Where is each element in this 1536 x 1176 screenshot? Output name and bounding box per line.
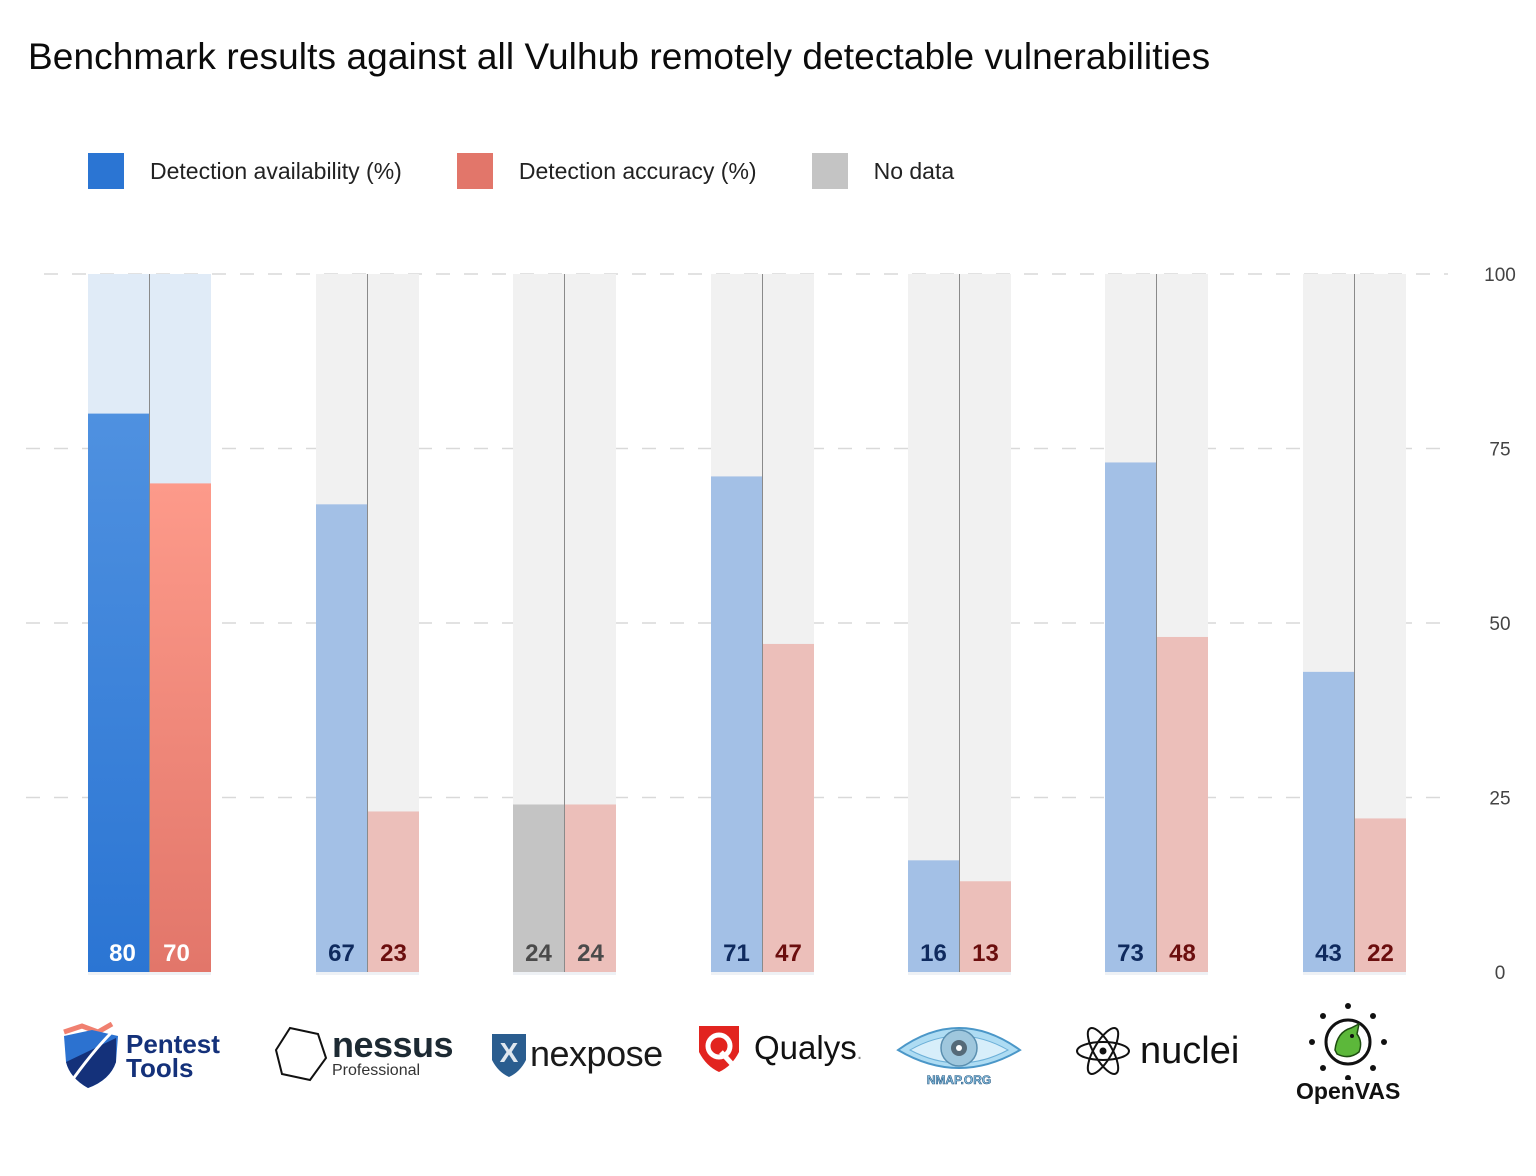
bar-base-nessus-professional (316, 972, 419, 975)
y-tick-label-100: 100 (1484, 265, 1516, 286)
nessus-logo-name: nessus (332, 1024, 454, 1065)
bar-availability-nuclei (1105, 462, 1156, 972)
bar-value-availability-nmap: 16 (920, 940, 947, 967)
nexpose-mark: X (500, 1037, 519, 1068)
bar-value-availability-nexpose: 24 (525, 940, 552, 967)
y-tick-label-0: 0 (1495, 963, 1506, 984)
bar-availability-qualys (711, 476, 762, 972)
bar-accuracy-pentest-tools (150, 483, 211, 972)
qualys-logo-name: Qualys (754, 1029, 857, 1066)
bar-chart: 0 25 50 75 100 80 70 67 23 24 24 71 47 16 13 73 48 43 22 (26, 265, 1516, 984)
openvas-logo-name: OpenVAS (1296, 1078, 1401, 1104)
qualys-shield-icon (699, 1026, 739, 1072)
bar-accuracy-nuclei (1157, 636, 1208, 972)
logo-qualys: Qualys . (696, 1022, 862, 1074)
bar-value-availability-pentest-tools: 80 (109, 940, 136, 967)
bar-value-availability-nessus-professional: 67 (328, 940, 355, 967)
bar-value-accuracy-nexpose: 24 (577, 940, 604, 967)
bar-value-availability-openvas: 43 (1315, 940, 1342, 967)
openvas-dragon-icon (1309, 1003, 1388, 1080)
logo-openvas: OpenVAS (1296, 1002, 1400, 1105)
bar-value-accuracy-nuclei: 48 (1169, 940, 1196, 967)
nexpose-logo-name: nexpose (530, 1033, 663, 1074)
nessus-hexagon-icon (274, 1026, 328, 1082)
bar-base-openvas (1303, 972, 1406, 975)
bar-availability-openvas (1303, 671, 1354, 972)
bar-value-availability-nuclei: 73 (1117, 940, 1144, 967)
bar-value-accuracy-nmap: 13 (972, 940, 999, 967)
bar-availability-nessus-professional (316, 504, 367, 972)
bar-value-accuracy-qualys: 47 (775, 940, 802, 967)
y-tick-label-50: 50 (1489, 614, 1510, 635)
bar-value-accuracy-nessus-professional: 23 (380, 940, 407, 967)
nmap-eye-icon: NMAP.ORG (896, 1027, 1022, 1087)
bar-value-accuracy-openvas: 22 (1367, 940, 1394, 967)
bar-value-availability-qualys: 71 (723, 940, 750, 967)
y-tick-label-25: 25 (1489, 789, 1510, 810)
pentest-shield-icon (63, 1022, 118, 1088)
nuclei-atom-icon (1076, 1027, 1130, 1075)
nexpose-shield-icon: X (492, 1034, 526, 1077)
qualys-logo-mark: . (856, 1041, 863, 1064)
logo-nuclei: nuclei (1074, 1024, 1239, 1078)
logo-nmap: NMAP.ORG (896, 1018, 1022, 1090)
logo-pentest-tools: Pentest Tools (62, 1022, 220, 1090)
logo-nessus: nessus Professional (274, 1024, 454, 1082)
bar-base-nuclei (1105, 972, 1208, 975)
bar-base-nmap (908, 972, 1011, 975)
y-tick-label-75: 75 (1489, 440, 1510, 461)
pentest-logo-line2: Tools (126, 1053, 194, 1083)
bar-availability-pentest-tools (88, 413, 149, 973)
bar-base-pentest-tools (88, 972, 211, 975)
bar-base-qualys (711, 972, 814, 975)
bar-value-accuracy-pentest-tools: 70 (163, 940, 190, 967)
bar-accuracy-qualys (763, 643, 814, 972)
bar-base-nexpose (513, 972, 616, 975)
logo-nexpose: X nexpose (490, 1030, 663, 1078)
nmap-logo-name: NMAP.ORG (927, 1073, 991, 1087)
nuclei-logo-name: nuclei (1140, 1029, 1240, 1072)
